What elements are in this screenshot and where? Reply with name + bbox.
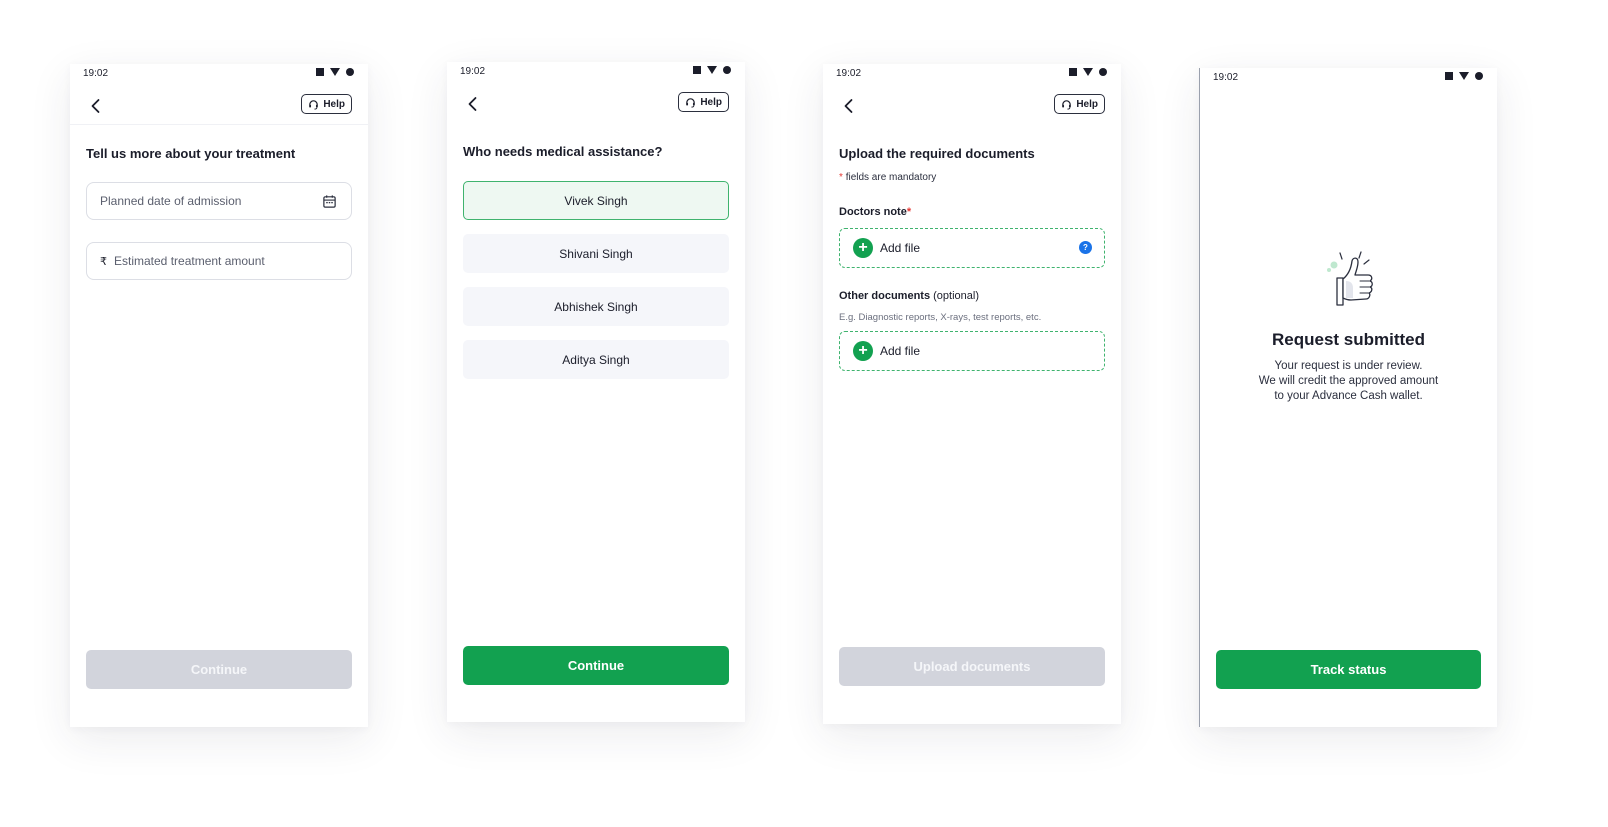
thumbs-up-icon xyxy=(1327,251,1373,306)
help-label: Help xyxy=(1076,98,1098,110)
status-bar: 19:02 xyxy=(70,64,368,88)
mandatory-note: * fields are mandatory xyxy=(839,172,936,183)
battery-icon xyxy=(1099,68,1107,76)
success-title: Request submitted xyxy=(1271,330,1426,349)
doctors-note-upload[interactable]: + Add file ? xyxy=(839,228,1105,268)
plus-icon: + xyxy=(853,341,873,361)
recent-apps-icon xyxy=(316,68,324,76)
wifi-icon xyxy=(330,68,340,76)
screen-select-patient: 19:02 Help Who needs medical assistance?… xyxy=(447,62,745,722)
continue-button[interactable]: Continue xyxy=(86,650,352,689)
wifi-icon xyxy=(1083,68,1093,76)
status-bar: 19:02 xyxy=(823,64,1121,88)
headset-icon xyxy=(686,97,696,108)
status-bar: 19:02 xyxy=(1200,68,1497,92)
headset-icon xyxy=(1062,99,1072,110)
app-bar: Help xyxy=(447,86,745,122)
chevron-left-icon xyxy=(468,97,477,111)
page-title: Who needs medical assistance? xyxy=(463,144,663,159)
patient-option-shivani[interactable]: Shivani Singh xyxy=(463,234,729,273)
continue-button[interactable]: Continue xyxy=(463,646,729,685)
battery-icon xyxy=(346,68,354,76)
headset-icon xyxy=(309,99,319,110)
status-bar: 19:02 xyxy=(447,62,745,86)
rupee-icon: ₹ xyxy=(100,255,107,268)
status-time: 19:02 xyxy=(460,66,486,77)
other-documents-text: Other documents xyxy=(839,290,931,302)
status-time: 19:02 xyxy=(836,68,862,79)
calendar-icon[interactable] xyxy=(322,194,337,212)
plus-icon: + xyxy=(853,238,873,258)
treatment-amount-placeholder: Estimated treatment amount xyxy=(114,254,265,268)
patient-option-vivek[interactable]: Vivek Singh xyxy=(463,181,729,220)
upload-documents-button[interactable]: Upload documents xyxy=(839,647,1105,686)
screen-treatment-details: 19:02 Help Tell us more about your treat… xyxy=(70,64,368,727)
doctors-note-text: Doctors note xyxy=(839,206,907,218)
status-icons xyxy=(1445,72,1483,80)
wifi-icon xyxy=(707,66,717,74)
treatment-amount-field[interactable]: ₹ Estimated treatment amount xyxy=(86,242,352,280)
status-time: 19:02 xyxy=(1213,72,1239,83)
success-message-line: Your request is under review. xyxy=(1274,360,1423,372)
required-star: * xyxy=(906,206,912,218)
chevron-left-icon xyxy=(91,99,100,113)
success-message: Your request is under review. We will cr… xyxy=(1200,359,1497,404)
success-message-line: to your Advance Cash wallet. xyxy=(1274,390,1423,402)
admission-date-field[interactable]: Planned date of admission xyxy=(86,182,352,220)
info-icon[interactable]: ? xyxy=(1079,241,1092,254)
mandatory-note-text: fields are mandatory xyxy=(845,172,937,183)
patient-option-aditya[interactable]: Aditya Singh xyxy=(463,340,729,379)
help-label: Help xyxy=(700,96,722,108)
status-time: 19:02 xyxy=(83,68,109,79)
battery-icon xyxy=(723,66,731,74)
status-icons xyxy=(693,66,731,74)
track-status-button[interactable]: Track status xyxy=(1216,650,1481,689)
other-documents-upload[interactable]: + Add file xyxy=(839,331,1105,371)
recent-apps-icon xyxy=(1069,68,1077,76)
app-bar: Help xyxy=(823,88,1121,124)
page-title: Tell us more about your treatment xyxy=(86,146,296,161)
doctors-note-label: Doctors note* xyxy=(839,206,911,218)
success-message-line: We will credit the approved amount xyxy=(1258,375,1439,387)
add-file-label: Add file xyxy=(880,241,921,255)
back-button[interactable] xyxy=(86,96,106,116)
app-bar: Help xyxy=(70,88,368,125)
recent-apps-icon xyxy=(693,66,701,74)
back-button[interactable] xyxy=(839,96,859,116)
page-title: Upload the required documents xyxy=(839,146,1035,161)
admission-date-placeholder: Planned date of admission xyxy=(100,194,242,208)
status-icons xyxy=(316,68,354,76)
help-label: Help xyxy=(323,98,345,110)
required-star: * xyxy=(839,172,843,183)
optional-tag: (optional) xyxy=(933,290,979,302)
patient-option-abhishek[interactable]: Abhishek Singh xyxy=(463,287,729,326)
add-file-label: Add file xyxy=(880,344,921,358)
wifi-icon xyxy=(1459,72,1469,80)
help-button[interactable]: Help xyxy=(301,94,352,114)
help-button[interactable]: Help xyxy=(1054,94,1105,114)
screen-request-submitted: 19:02 Request submitted Your request is … xyxy=(1199,68,1497,727)
battery-icon xyxy=(1475,72,1483,80)
help-button[interactable]: Help xyxy=(678,92,729,112)
other-documents-hint: E.g. Diagnostic reports, X-rays, test re… xyxy=(839,312,1042,323)
chevron-left-icon xyxy=(844,99,853,113)
screen-upload-documents: 19:02 Help Upload the required documents… xyxy=(823,64,1121,724)
recent-apps-icon xyxy=(1445,72,1453,80)
back-button[interactable] xyxy=(463,94,483,114)
status-icons xyxy=(1069,68,1107,76)
other-documents-label: Other documents (optional) xyxy=(839,290,979,302)
